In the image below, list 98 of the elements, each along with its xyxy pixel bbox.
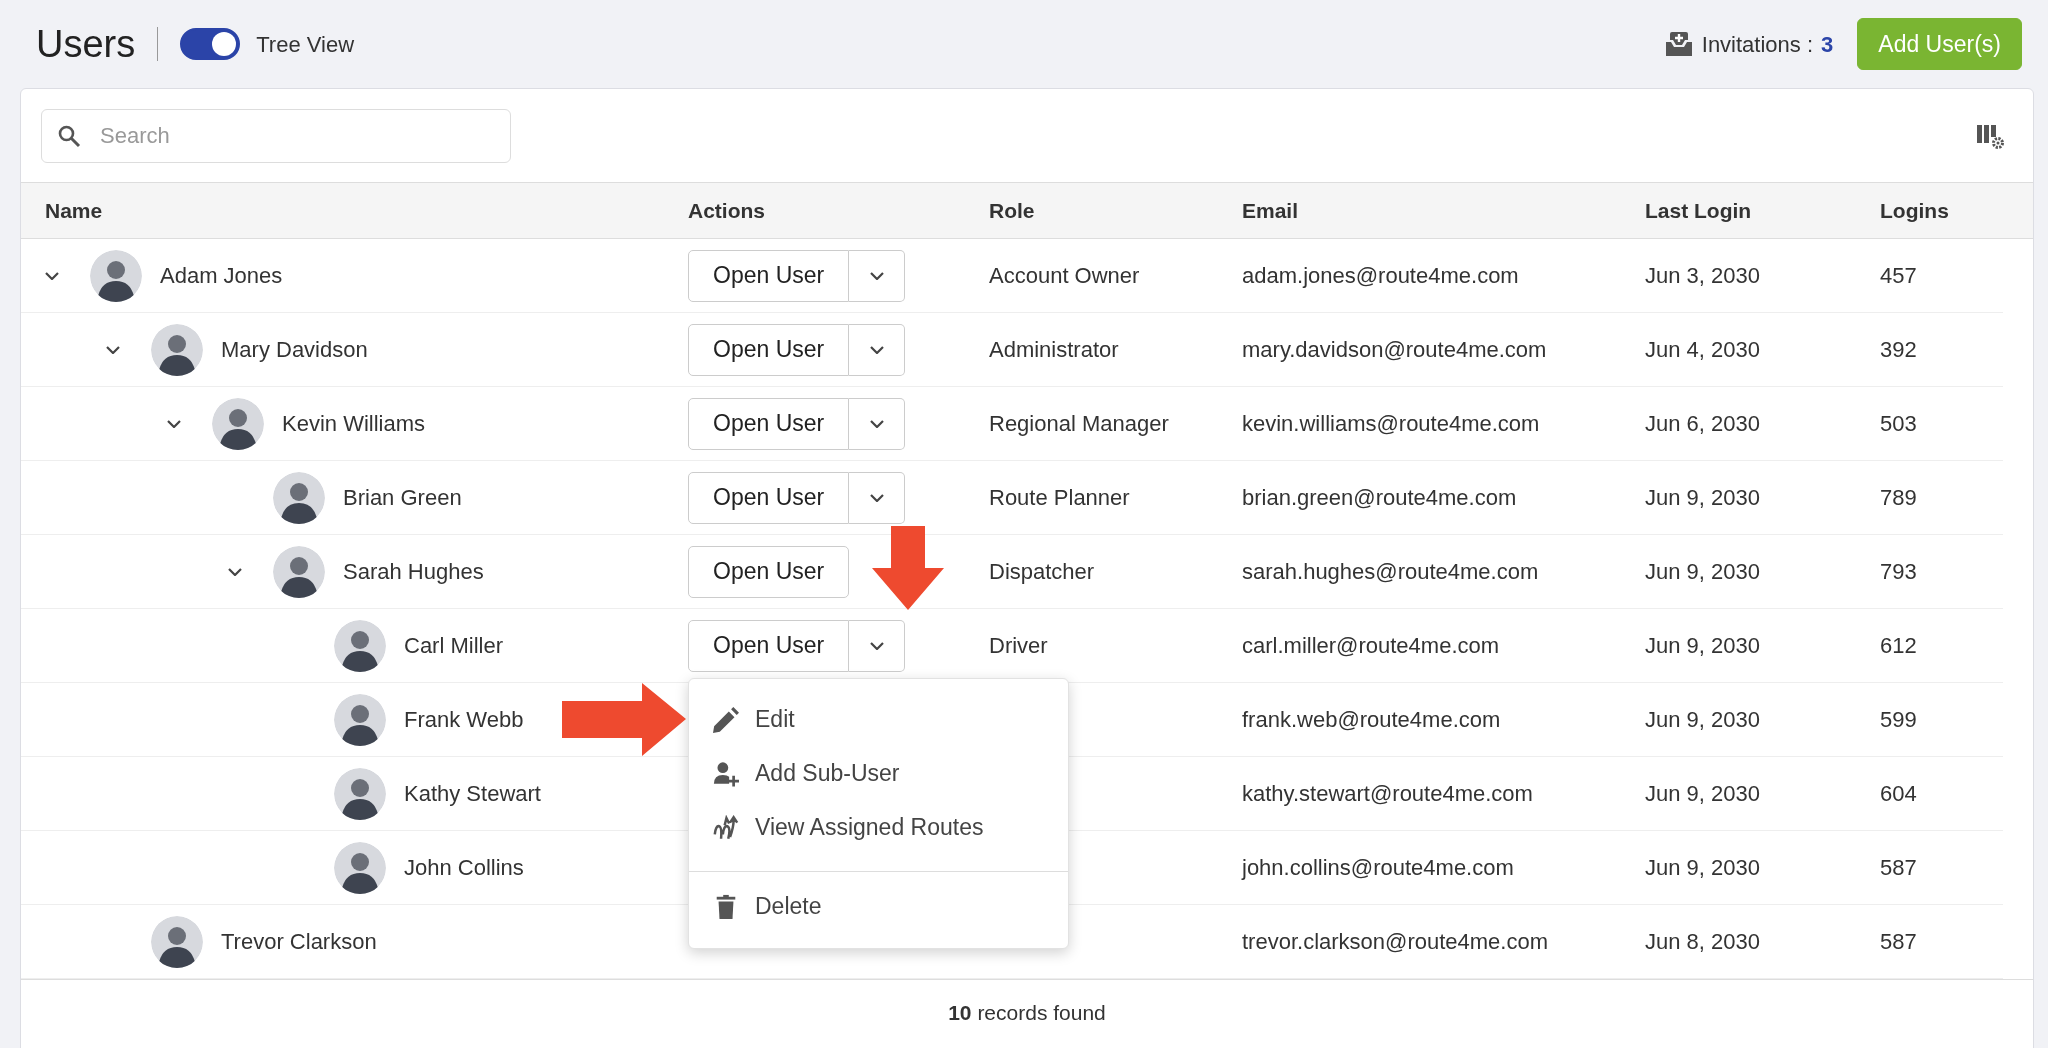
- last-login-cell: Jun 8, 2030: [1645, 929, 1760, 954]
- avatar: [334, 619, 386, 672]
- toggle-label: Tree View: [256, 30, 355, 59]
- menu-item[interactable]: View Assigned Routes: [689, 800, 1068, 855]
- email-cell: sarah.hughes@route4me.com: [1242, 559, 1539, 584]
- dropdown-toggle-button[interactable]: [849, 471, 906, 524]
- email-cell: adam.jones@route4me.com: [1242, 263, 1519, 288]
- column-header[interactable]: Role: [989, 194, 1242, 227]
- user-name: Adam Jones: [160, 262, 283, 290]
- invitations-label[interactable]: Invitations :: [1701, 27, 1814, 61]
- dropdown-toggle-button[interactable]: [849, 397, 906, 450]
- user-name: Carl Miller: [404, 632, 503, 660]
- invitations-count[interactable]: 3: [1821, 27, 1834, 61]
- role-cell: Driver: [989, 633, 1048, 658]
- last-login-cell: Jun 9, 2030: [1645, 707, 1760, 732]
- avatar: [334, 693, 386, 746]
- add-user-icon: [713, 760, 739, 787]
- last-login-cell: Jun 4, 2030: [1645, 337, 1760, 362]
- logins-cell: 612: [1880, 633, 1917, 658]
- last-login-cell: Jun 6, 2030: [1645, 411, 1760, 436]
- role-cell: Dispatcher: [989, 559, 1095, 584]
- avatar: [151, 323, 203, 376]
- email-cell: kathy.stewart@route4me.com: [1242, 781, 1533, 806]
- logins-cell: 587: [1880, 929, 1917, 954]
- inbox-icon[interactable]: [1663, 30, 1694, 58]
- search-field[interactable]: Search: [41, 108, 511, 163]
- pencil-icon: [713, 706, 739, 733]
- avatar: [212, 397, 264, 450]
- avatar: [90, 249, 142, 302]
- menu-item[interactable]: Delete: [689, 879, 1068, 934]
- dropdown-toggle-button[interactable]: [849, 619, 906, 672]
- user-name: Kathy Stewart: [404, 780, 541, 808]
- logins-cell: 587: [1880, 855, 1917, 880]
- open-user-button[interactable]: Open User: [688, 471, 850, 524]
- expand-chevron-icon[interactable]: [45, 271, 59, 280]
- open-user-button[interactable]: Open User: [688, 619, 850, 672]
- logins-cell: 599: [1880, 707, 1917, 732]
- column-header[interactable]: Logins: [1880, 194, 2033, 227]
- open-user-button[interactable]: Open User: [688, 249, 850, 302]
- column-header[interactable]: Actions: [688, 194, 989, 227]
- email-cell: brian.green@route4me.com: [1242, 485, 1517, 510]
- chevron-down-icon[interactable]: [869, 345, 884, 354]
- open-user-button[interactable]: Open User: [688, 545, 850, 598]
- user-name: Trevor Clarkson: [221, 928, 377, 956]
- expand-chevron-icon[interactable]: [228, 567, 242, 576]
- open-user-button[interactable]: Open User: [688, 323, 850, 376]
- user-name: Frank Webb: [404, 706, 524, 734]
- expand-chevron-icon[interactable]: [167, 419, 181, 428]
- email-cell: frank.web@route4me.com: [1242, 707, 1501, 732]
- email-cell: kevin.williams@route4me.com: [1242, 411, 1540, 436]
- role-cell: Route Planner: [989, 485, 1130, 510]
- email-cell: mary.davidson@route4me.com: [1242, 337, 1547, 362]
- role-cell: Regional Manager: [989, 411, 1169, 436]
- last-login-cell: Jun 3, 2030: [1645, 263, 1760, 288]
- records-count: 10 records found: [948, 999, 1106, 1026]
- chevron-down-icon[interactable]: [869, 419, 884, 428]
- routes-icon: [713, 814, 739, 841]
- last-login-cell: Jun 9, 2030: [1645, 781, 1760, 806]
- logins-cell: 457: [1880, 263, 1917, 288]
- logins-cell: 793: [1880, 559, 1917, 584]
- user-name: Kevin Williams: [282, 410, 426, 438]
- last-login-cell: Jun 9, 2030: [1645, 559, 1760, 584]
- logins-cell: 604: [1880, 781, 1917, 806]
- open-user-button[interactable]: Open User: [688, 397, 850, 450]
- chevron-down-icon[interactable]: [869, 271, 884, 280]
- last-login-cell: Jun 9, 2030: [1645, 855, 1760, 880]
- avatar: [273, 471, 325, 524]
- role-cell: Account Owner: [989, 263, 1140, 288]
- user-name: Brian Green: [343, 484, 462, 512]
- logins-cell: 392: [1880, 337, 1917, 362]
- column-header[interactable]: Last Login: [1645, 194, 1880, 227]
- avatar: [334, 841, 386, 894]
- menu-item[interactable]: Edit: [689, 692, 1068, 747]
- last-login-cell: Jun 9, 2030: [1645, 485, 1760, 510]
- search-icon: [57, 123, 81, 148]
- chevron-down-icon[interactable]: [869, 641, 884, 650]
- page-title: Users: [36, 21, 136, 67]
- role-cell: Administrator: [989, 337, 1119, 362]
- user-name: John Collins: [404, 854, 524, 882]
- toggle-switch[interactable]: [180, 28, 241, 60]
- avatar: [334, 767, 386, 820]
- user-name: Mary Davidson: [221, 336, 368, 364]
- email-cell: carl.miller@route4me.com: [1242, 633, 1500, 658]
- expand-chevron-icon[interactable]: [106, 345, 120, 354]
- last-login-cell: Jun 9, 2030: [1645, 633, 1760, 658]
- column-header[interactable]: Email: [1242, 194, 1645, 227]
- avatar: [273, 545, 325, 598]
- logins-cell: 503: [1880, 411, 1917, 436]
- menu-item[interactable]: Add Sub-User: [689, 746, 1068, 801]
- email-cell: trevor.clarkson@route4me.com: [1242, 929, 1548, 954]
- logins-cell: 789: [1880, 485, 1917, 510]
- column-header[interactable]: Name: [21, 194, 688, 227]
- dropdown-toggle-button[interactable]: [849, 323, 906, 376]
- email-cell: john.collins@route4me.com: [1242, 855, 1514, 880]
- dropdown-toggle-button[interactable]: [849, 249, 906, 302]
- user-name: Sarah Hughes: [343, 558, 484, 586]
- avatar: [151, 915, 203, 968]
- chevron-down-icon[interactable]: [869, 493, 884, 502]
